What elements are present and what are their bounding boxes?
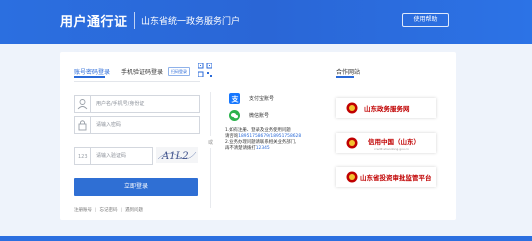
wechat-icon <box>229 110 240 121</box>
divider-top <box>210 92 211 136</box>
credit-china-emblem-icon <box>346 137 358 149</box>
notice-line-4: 再不清楚请拨打12345 <box>225 146 270 151</box>
portal-title: 山东省统一政务服务门户 <box>141 17 241 27</box>
user-icon <box>77 96 91 112</box>
captcha-image[interactable]: A1L2 <box>156 147 198 163</box>
or-text: 或 <box>208 140 214 146</box>
active-tab-underline <box>74 76 105 78</box>
government-emblem-icon <box>346 171 358 183</box>
partner-shandong-gov[interactable]: 山东政务服务网 <box>336 98 436 118</box>
svg-text:123: 123 <box>78 154 88 160</box>
brand-separator <box>134 12 135 29</box>
partner-label: 山东政务服务网 <box>364 105 410 113</box>
register-link[interactable]: 注册账号 <box>74 208 92 213</box>
support-phone[interactable]: 18951758679/18951758628 <box>238 134 301 139</box>
partner-investment-platform[interactable]: 山东省投资审批监管平台 <box>336 167 436 187</box>
captcha-input[interactable] <box>96 151 148 161</box>
tab-divider <box>74 81 200 82</box>
alipay-icon: 支 <box>229 93 240 104</box>
username-input[interactable] <box>96 99 191 109</box>
alipay-label: 支付宝账号 <box>249 96 275 102</box>
brand-title: 用户通行证 <box>60 15 128 30</box>
government-emblem-icon <box>346 102 358 114</box>
tab-password-login[interactable]: 账号密码登录 <box>74 67 110 76</box>
wechat-label: 微信账号 <box>249 113 270 119</box>
captcha-field[interactable]: 123 <box>74 147 153 165</box>
login-submit-button[interactable]: 立即登录 <box>74 178 198 196</box>
problem-link[interactable]: 遇到问题 <box>125 208 143 213</box>
hotline-phone[interactable]: 12345 <box>256 146 270 151</box>
captcha-text: A1L2 <box>161 151 189 162</box>
lock-icon <box>78 117 91 133</box>
partner-label: 山东省投资审批监管平台 <box>360 174 432 182</box>
partner-url: credit.shandong.gov.cn <box>374 147 410 151</box>
bottom-bar <box>0 236 532 241</box>
wechat-login[interactable]: 微信账号 <box>224 109 284 123</box>
password-input[interactable] <box>96 120 191 130</box>
login-card: 账号密码登录 手机验证码登录 扫码登录 123 <box>60 52 456 220</box>
divider-bottom <box>210 148 211 208</box>
captcha-glyphs: A1L2 <box>157 151 197 162</box>
help-links: 注册账号 | 忘记密码 | 遇到问题 <box>74 208 144 213</box>
help-notice: 1.如有注册、登录及业务使用问题 请咨询18951758679/18951758… <box>225 128 305 152</box>
partners-title: 合作网站 <box>336 69 361 76</box>
top-header: 用户通行证 山东省统一政务服务门户 使用帮助 <box>0 0 532 44</box>
partner-label: 信用中国（山东） <box>368 138 420 146</box>
tab-sms-login[interactable]: 手机验证码登录 <box>121 67 163 76</box>
username-field[interactable] <box>74 95 200 113</box>
password-field[interactable] <box>74 116 200 134</box>
scan-login-badge[interactable]: 扫码登录 <box>168 67 190 76</box>
alipay-login[interactable]: 支 支付宝账号 <box>224 92 284 106</box>
qr-code-icon[interactable] <box>198 63 212 77</box>
svg-text:支: 支 <box>231 95 240 104</box>
captcha-icon: 123 <box>78 148 91 164</box>
help-button[interactable]: 使用帮助 <box>402 13 449 27</box>
partners-title-underline <box>336 76 354 78</box>
partner-credit-china[interactable]: 信用中国（山东） credit.shandong.gov.cn <box>336 133 436 153</box>
forgot-password-link[interactable]: 忘记密码 <box>100 208 118 213</box>
